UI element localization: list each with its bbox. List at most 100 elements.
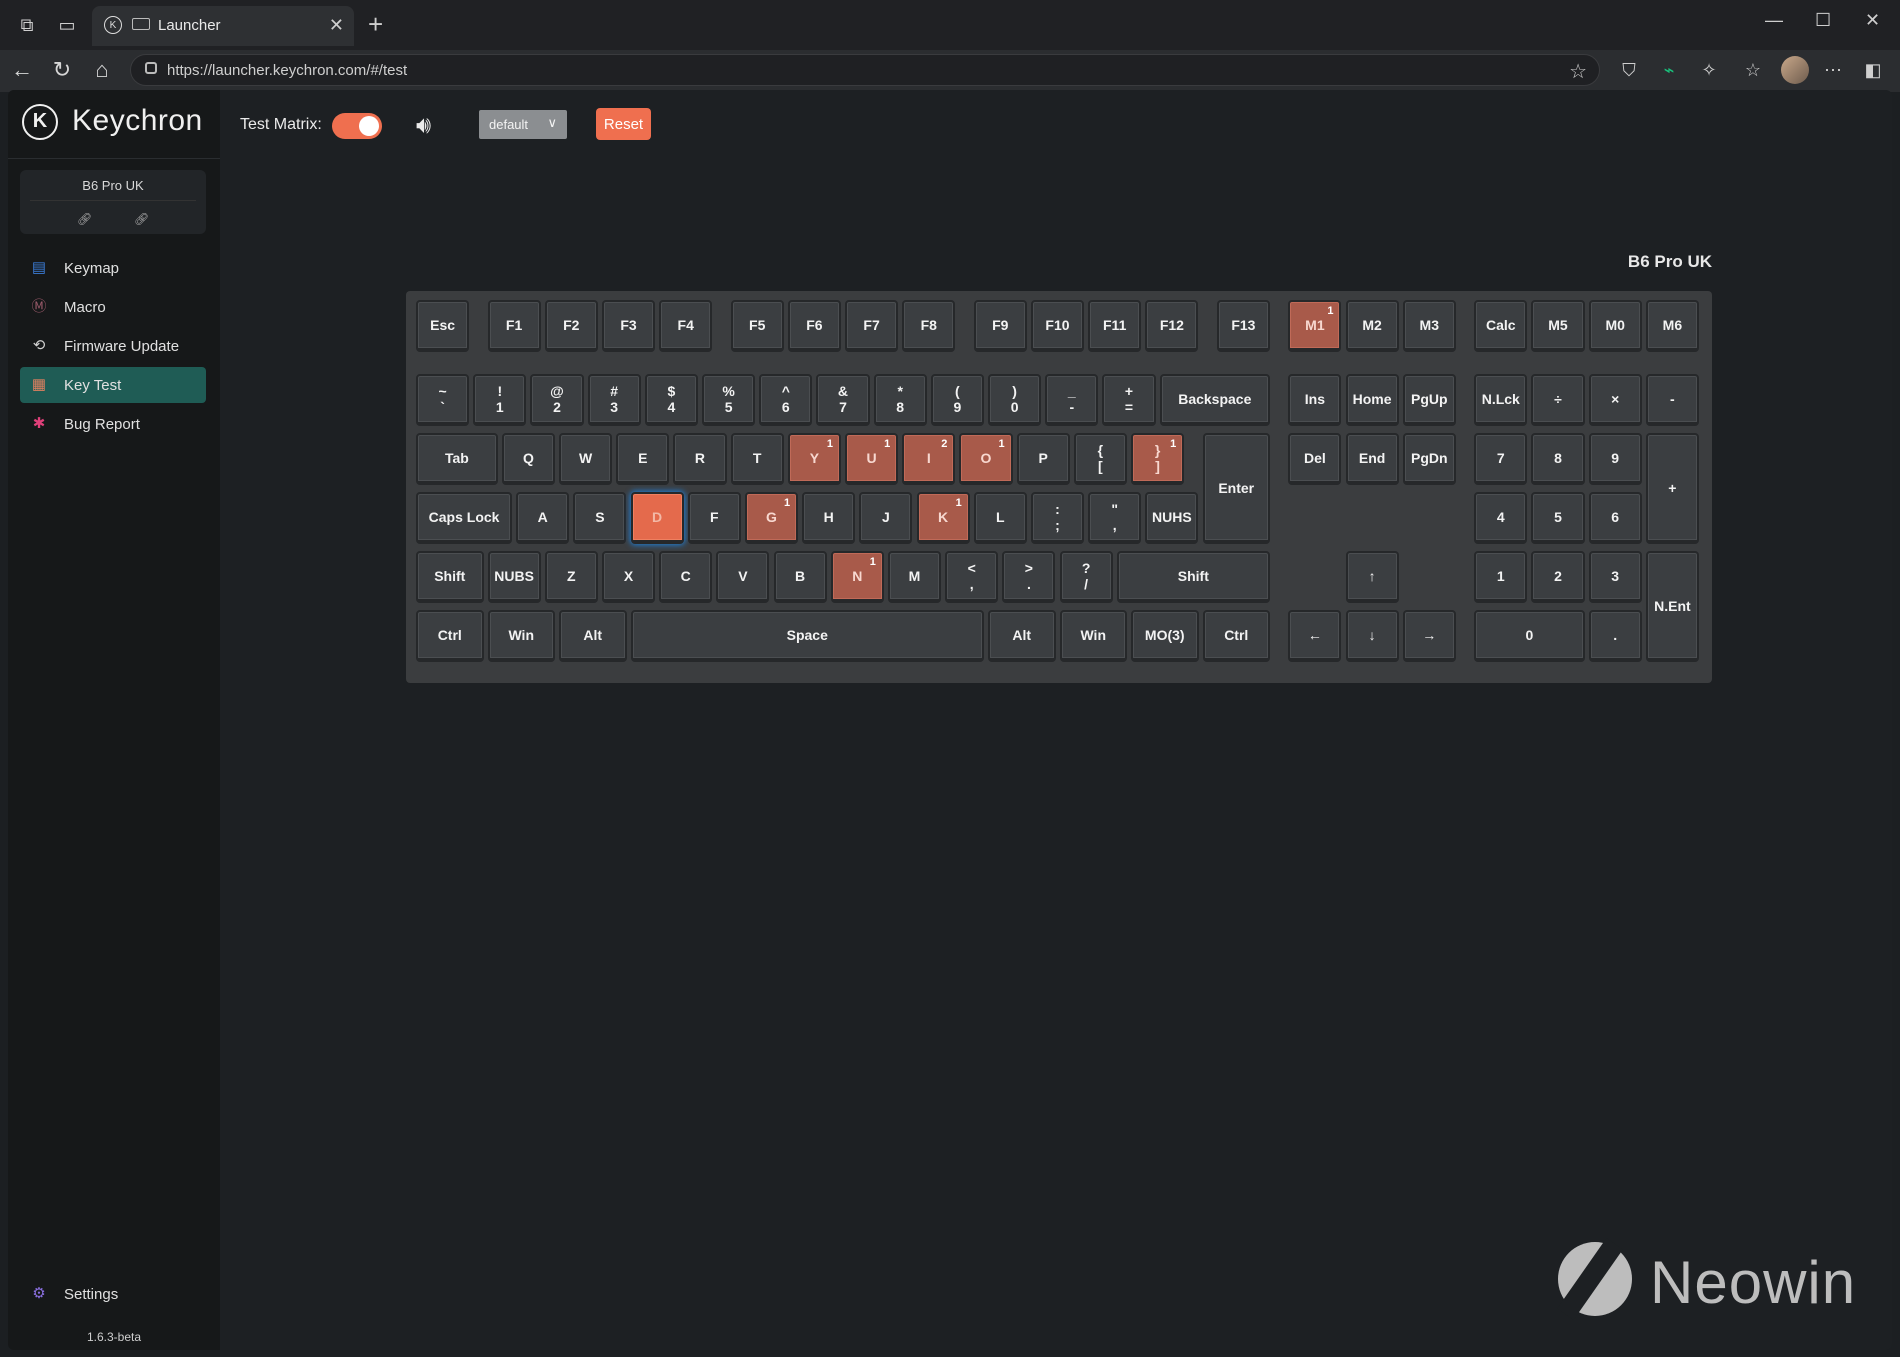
home-icon[interactable]: ⌂ [90,58,114,82]
tab-actions-icon[interactable]: ▭ [56,14,78,36]
key-base-label: 5 [724,399,733,415]
bug-icon: ✱ [32,415,46,432]
key-label: ↓ [1368,627,1376,643]
sidebar-item-settings[interactable]: ⚙ Settings [20,1276,206,1312]
key-label: F3 [620,317,637,333]
device-name: B6 Pro UK [82,178,144,193]
extension-chart-icon[interactable]: ⌁ [1658,59,1680,81]
key-label: N.Lck [1481,391,1520,407]
key-label: W [578,450,593,466]
key-label: F4 [677,317,694,333]
minimize-icon[interactable]: — [1765,10,1783,31]
key-test-icon: ▦ [31,376,47,393]
key: NUBS [487,551,541,603]
key: F13 [1216,300,1270,352]
key-label: 5 [1554,509,1562,525]
url-field[interactable]: https://launcher.keychron.com/#/test ☆ [130,54,1600,86]
sidebar-item-key-test[interactable]: ▦ Key Test [20,367,206,403]
layout-select[interactable]: default ∨ [479,110,567,139]
key: Ctrl [1202,610,1270,662]
key-label: V [738,568,748,584]
link-icon[interactable]: 🔗︎ [77,212,92,226]
app-main [8,90,1892,1350]
keyboard-tab-icon [132,18,150,30]
key: ^ 6 [759,374,813,426]
favorites-icon[interactable]: ☆ [1742,59,1764,81]
key-label: D [652,509,663,525]
watermark-text: Neowin [1650,1249,1857,1316]
key-label: M2 [1362,317,1382,333]
key: M2 [1345,300,1399,352]
close-tab-icon[interactable]: ✕ [329,15,344,36]
sidebar-item-bug-report[interactable]: ✱ Bug Report [20,406,206,442]
lock-icon[interactable] [145,62,157,74]
key-label: F1 [505,317,523,333]
key-label: M5 [1548,317,1568,333]
browser-tab[interactable]: K Launcher ✕ [92,6,354,46]
key: ↓ [1345,610,1399,662]
gear-icon: ⚙ [32,1285,46,1302]
reset-button[interactable]: Reset [596,108,651,140]
key: S [573,492,627,544]
key-label: F6 [806,317,823,333]
workspaces-icon[interactable]: ⧉ [16,14,38,36]
sidebar-item-label: Bug Report [64,416,140,433]
macro-icon: Ⓜ [31,298,47,315]
key-label: 7 [1496,450,1505,466]
key-label: B [795,568,806,584]
key-shift-label: # [610,383,619,399]
sidebar-item-keymap[interactable]: ▤ Keymap [20,250,206,286]
key-shift-label: ! [497,383,503,399]
key-label: M6 [1662,317,1683,333]
key-label: G [766,509,777,525]
new-tab-button[interactable]: + [368,10,383,38]
key-label: M1 [1305,317,1325,333]
divider [30,200,196,201]
key: I2 [902,433,956,485]
close-window-icon[interactable]: ✕ [1865,10,1880,31]
key-label: Z [567,568,576,584]
key: $4 [644,374,698,426]
extension-shield-icon[interactable]: ⛉ [1618,59,1640,81]
key: U1 [845,433,899,485]
sidebar-item-firmware-update[interactable]: ⟲ Firmware Update [20,328,206,364]
key-base-label: / [1084,576,1089,592]
extensions-icon[interactable]: ✧ [1698,59,1720,81]
key-base-label: 2 [553,399,561,415]
sound-icon[interactable]: 🔊︎ [416,112,431,140]
key: N.Ent [1645,551,1699,662]
key: & 7 [816,374,870,426]
key: Y1 [787,433,841,485]
press-count-badge: 1 [1327,305,1334,317]
profile-avatar[interactable] [1781,56,1809,84]
favorite-star-icon[interactable]: ☆ [1569,59,1587,84]
key-label: Home [1352,391,1392,407]
key: T [730,433,784,485]
key: PgUp [1402,374,1456,426]
more-icon[interactable]: ⋯ [1822,59,1844,81]
press-count-badge: 1 [884,438,891,450]
key: Z [544,551,598,603]
sidebar-icon[interactable]: ◧ [1862,59,1884,81]
key-label: Ctrl [437,627,462,643]
unlink-icon[interactable]: 🔗︎ [134,212,149,226]
maximize-icon[interactable]: ☐ [1815,10,1831,31]
key-label: Esc [430,317,456,333]
sidebar-item-macro[interactable]: Ⓜ Macro [20,289,206,325]
key: X [601,551,656,603]
key-label: M [908,568,921,584]
key: #3 [587,374,641,426]
key: H [802,492,856,544]
sidebar-item-label: Firmware Update [64,338,180,355]
key: F [687,492,741,544]
key-label: ← [1307,627,1322,643]
key-label: I [926,450,931,466]
key-label: M3 [1419,317,1439,333]
refresh-icon[interactable]: ↻ [50,58,74,82]
device-card: B6 Pro UK 🔗︎ 🔗︎ [20,170,206,234]
key-shift-label: * [897,383,903,399]
key-base-label: 1 [495,399,504,415]
back-icon[interactable]: ← [10,58,34,82]
test-matrix-toggle[interactable] [332,113,382,139]
key: P [1016,433,1070,485]
